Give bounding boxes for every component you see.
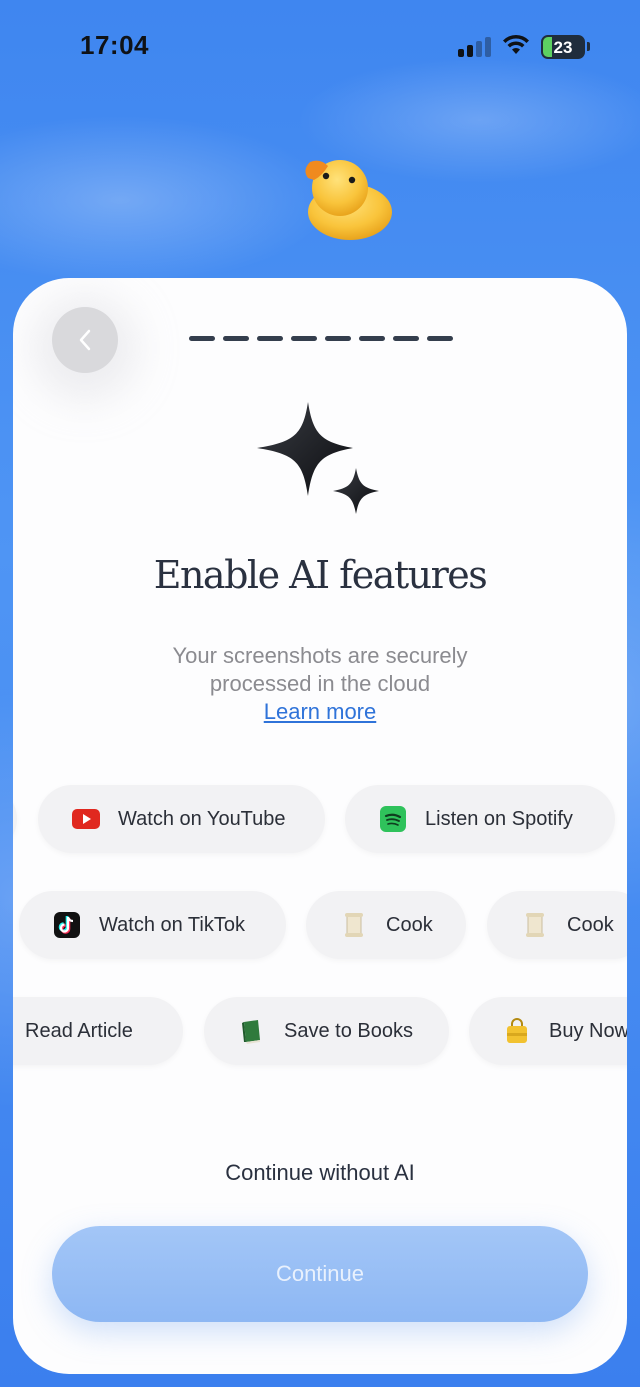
shopping-bag-icon	[503, 1017, 531, 1045]
chip-label: Cook	[567, 913, 614, 936]
chip-cook[interactable]: Cook	[306, 891, 466, 959]
chip-read-article[interactable]: Read Article	[13, 997, 183, 1065]
continue-without-ai-button[interactable]: Continue without AI	[13, 1160, 627, 1186]
chip-watch-youtube[interactable]: Watch on YouTube	[38, 785, 325, 853]
page-title: Enable AI features	[153, 553, 488, 597]
status-time: 17:04	[80, 30, 149, 60]
scroll-icon	[340, 911, 368, 939]
scroll-icon	[521, 911, 549, 939]
chip-row-2: Watch on TikTok Cook Cook	[13, 891, 627, 959]
chip-label: Listen on Spotify	[425, 807, 573, 830]
chip-save-to-books[interactable]: Save to Books	[204, 997, 449, 1065]
chip-cook-2[interactable]: Cook	[487, 891, 627, 959]
subtitle: Your screenshots are securely processed …	[13, 642, 627, 726]
status-bar: 17:04 23	[0, 0, 640, 95]
subtitle-line-2: processed in the cloud	[209, 671, 431, 696]
chip-listen-spotify[interactable]: Listen on Spotify	[345, 785, 615, 853]
chip-row-3: Read Article Save to Books Buy Now	[13, 997, 627, 1065]
chip-label: Read Article	[25, 1019, 133, 1042]
chip-watch-tiktok[interactable]: Watch on TikTok	[19, 891, 286, 959]
battery-icon: 23	[541, 35, 585, 59]
chip-partial[interactable]	[13, 785, 17, 853]
continue-button-label: Continue	[275, 1261, 365, 1286]
rubber-duck-icon	[305, 160, 392, 240]
sparkles-icon	[257, 402, 379, 514]
chip-label: Save to Books	[284, 1019, 413, 1042]
battery-cap	[587, 42, 590, 51]
learn-more-link[interactable]: Learn more	[264, 699, 377, 724]
back-button[interactable]	[52, 307, 118, 373]
subtitle-line-1: Your screenshots are securely	[172, 643, 468, 668]
tiktok-icon	[53, 911, 81, 939]
battery-level: 23	[553, 38, 573, 57]
chip-label: Watch on TikTok	[99, 913, 245, 936]
progress-indicator	[189, 336, 453, 341]
chip-label: Cook	[386, 913, 433, 936]
chip-label: Watch on YouTube	[118, 807, 286, 830]
chip-buy-now[interactable]: Buy Now	[469, 997, 627, 1065]
chevron-left-icon	[79, 329, 91, 351]
chip-label: Buy Now	[549, 1019, 627, 1042]
continue-button[interactable]: Continue	[52, 1226, 588, 1322]
onboarding-card: Enable AI features Your screenshots are …	[13, 278, 627, 1374]
book-icon	[238, 1017, 266, 1045]
wifi-icon	[503, 34, 529, 54]
youtube-icon	[72, 805, 100, 833]
spotify-icon	[379, 805, 407, 833]
chip-row-1: Watch on YouTube Listen on Spotify	[13, 785, 627, 853]
cellular-signal-icon	[458, 37, 492, 57]
